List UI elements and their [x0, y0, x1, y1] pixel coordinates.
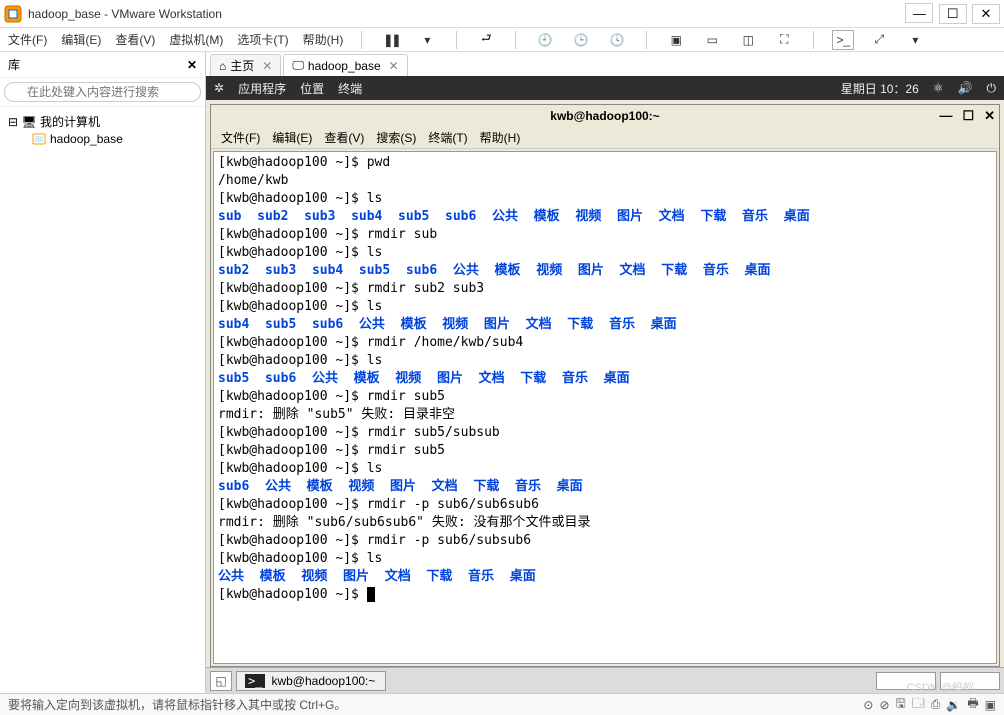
app-icon: [4, 5, 22, 23]
snapshot-revert-icon[interactable]: 🕒: [570, 30, 592, 50]
term-menu-view[interactable]: 查看(V): [324, 129, 364, 146]
volume-icon[interactable]: 🔊: [958, 81, 973, 95]
guest-topbar: ✲ 应用程序 位置 终端 星期日 10：26 ⚛ 🔊 ⏻: [206, 76, 1004, 100]
menu-view[interactable]: 查看(V): [115, 31, 155, 48]
network-icon[interactable]: ⚛: [933, 81, 944, 95]
status-text: 要将输入定向到该虚拟机，请将鼠标指针移入其中或按 Ctrl+G。: [8, 696, 346, 713]
menu-file[interactable]: 文件(F): [8, 31, 47, 48]
terminal-titlebar: kwb@hadoop100:~ — ☐ ✕: [211, 105, 999, 127]
power-icon[interactable]: ⏻: [987, 81, 997, 96]
close-button[interactable]: ✕: [972, 4, 1000, 24]
inner-maximize-icon[interactable]: ☐: [962, 108, 974, 124]
activities-icon[interactable]: ✲: [214, 81, 224, 95]
tree-root[interactable]: ⊟ 🖥 我的计算机: [4, 111, 201, 132]
close-icon[interactable]: ✕: [389, 59, 399, 73]
guest-menu-places[interactable]: 位置: [300, 80, 324, 97]
device-floppy-icon[interactable]: 🖫: [896, 694, 906, 715]
tabs-row: ⌂ 主页✕ 🖵 hadoop_base✕: [206, 52, 1004, 76]
window-title: hadoop_base - VMware Workstation: [28, 7, 903, 21]
view-unity-icon[interactable]: ◫: [737, 30, 759, 50]
library-tree: ⊟ 🖥 我的计算机 hadoop_base: [0, 107, 205, 150]
term-menu-help[interactable]: 帮助(H): [480, 129, 521, 146]
content-area: ⌂ 主页✕ 🖵 hadoop_base✕ ✲ 应用程序 位置 终端 星期日 10…: [206, 52, 1004, 693]
device-cd-icon[interactable]: ⊘: [879, 698, 889, 712]
sidebar: 库 ✕ ⊟ 🖥 我的计算机 hadoop_base: [0, 52, 206, 693]
guest-menu-apps[interactable]: 应用程序: [238, 80, 286, 97]
statusbar: 要将输入定向到该虚拟机，请将鼠标指针移入其中或按 Ctrl+G。 ⊙ ⊘ 🖫 🗔…: [0, 693, 1004, 715]
titlebar: hadoop_base - VMware Workstation — ☐ ✕: [0, 0, 1004, 28]
status-icons: ⊙ ⊘ 🖫 🗔 ⎙ 🔉 🖶 ▣: [863, 694, 996, 715]
search-input[interactable]: [4, 82, 201, 102]
menu-help[interactable]: 帮助(H): [303, 31, 344, 48]
taskbar-task[interactable]: >_ kwb@hadoop100:~: [236, 671, 386, 691]
tab-home[interactable]: ⌂ 主页✕: [210, 54, 281, 76]
menu-tabs[interactable]: 选项卡(T): [237, 31, 288, 48]
minimize-button[interactable]: —: [905, 3, 933, 23]
terminal-output[interactable]: [kwb@hadoop100 ~]$ pwd/home/kwb[kwb@hado…: [213, 151, 997, 664]
menubar: 文件(F) 编辑(E) 查看(V) 虚拟机(M) 选项卡(T) 帮助(H) ❚❚…: [0, 28, 1004, 52]
view-fullscreen-icon[interactable]: ⛶: [773, 30, 795, 50]
device-network-icon[interactable]: 🗔: [912, 694, 925, 715]
show-desktop-icon[interactable]: ◱: [210, 671, 232, 691]
menu-edit[interactable]: 编辑(E): [61, 31, 101, 48]
tree-item-hadoop[interactable]: hadoop_base: [32, 132, 201, 146]
sidebar-title: 库: [8, 56, 20, 73]
snapshot-icon[interactable]: 🕘: [534, 30, 556, 50]
watermark: CSDN @蚂蚁: [907, 679, 974, 695]
terminal-menubar: 文件(F) 编辑(E) 查看(V) 搜索(S) 终端(T) 帮助(H): [211, 127, 999, 149]
device-usb-icon[interactable]: ⎙: [931, 697, 941, 712]
dropdown2-icon[interactable]: ▾: [904, 30, 926, 50]
inner-minimize-icon[interactable]: —: [939, 108, 952, 124]
dropdown-icon[interactable]: ▾: [416, 30, 438, 50]
guest-clock: 星期日 10：26: [841, 80, 919, 97]
maximize-button[interactable]: ☐: [939, 4, 967, 24]
menu-vm[interactable]: 虚拟机(M): [169, 31, 223, 48]
device-printer-icon[interactable]: 🖶: [967, 694, 978, 715]
stretch-icon[interactable]: ⤢: [868, 30, 890, 50]
term-menu-search[interactable]: 搜索(S): [376, 129, 416, 146]
window-controls: — ☐ ✕: [903, 3, 1000, 24]
terminal-window: kwb@hadoop100:~ — ☐ ✕ 文件(F) 编辑(E) 查看(V) …: [210, 104, 1000, 667]
pause-icon[interactable]: ❚❚: [380, 30, 402, 50]
term-menu-file[interactable]: 文件(F): [221, 129, 260, 146]
tab-vm[interactable]: 🖵 hadoop_base✕: [283, 54, 407, 76]
sidebar-close-icon[interactable]: ✕: [187, 58, 197, 72]
terminal-icon: >_: [245, 674, 265, 688]
device-sound-icon[interactable]: 🔉: [946, 698, 961, 712]
device-disk-icon[interactable]: ⊙: [863, 698, 873, 712]
send-icon[interactable]: ⮐: [475, 30, 497, 50]
console-icon[interactable]: >_: [832, 30, 854, 50]
guest-menu-terminal[interactable]: 终端: [338, 80, 362, 97]
inner-close-icon[interactable]: ✕: [984, 108, 995, 124]
term-menu-terminal[interactable]: 终端(T): [428, 129, 467, 146]
guest-taskbar: ◱ >_ kwb@hadoop100:~: [206, 667, 1004, 693]
term-menu-edit[interactable]: 编辑(E): [272, 129, 312, 146]
view-console-icon[interactable]: ▭: [701, 30, 723, 50]
snapshot-manager-icon[interactable]: 🕓: [606, 30, 628, 50]
view-single-icon[interactable]: ▣: [665, 30, 687, 50]
close-icon[interactable]: ✕: [262, 59, 272, 73]
device-display-icon[interactable]: ▣: [985, 698, 996, 712]
